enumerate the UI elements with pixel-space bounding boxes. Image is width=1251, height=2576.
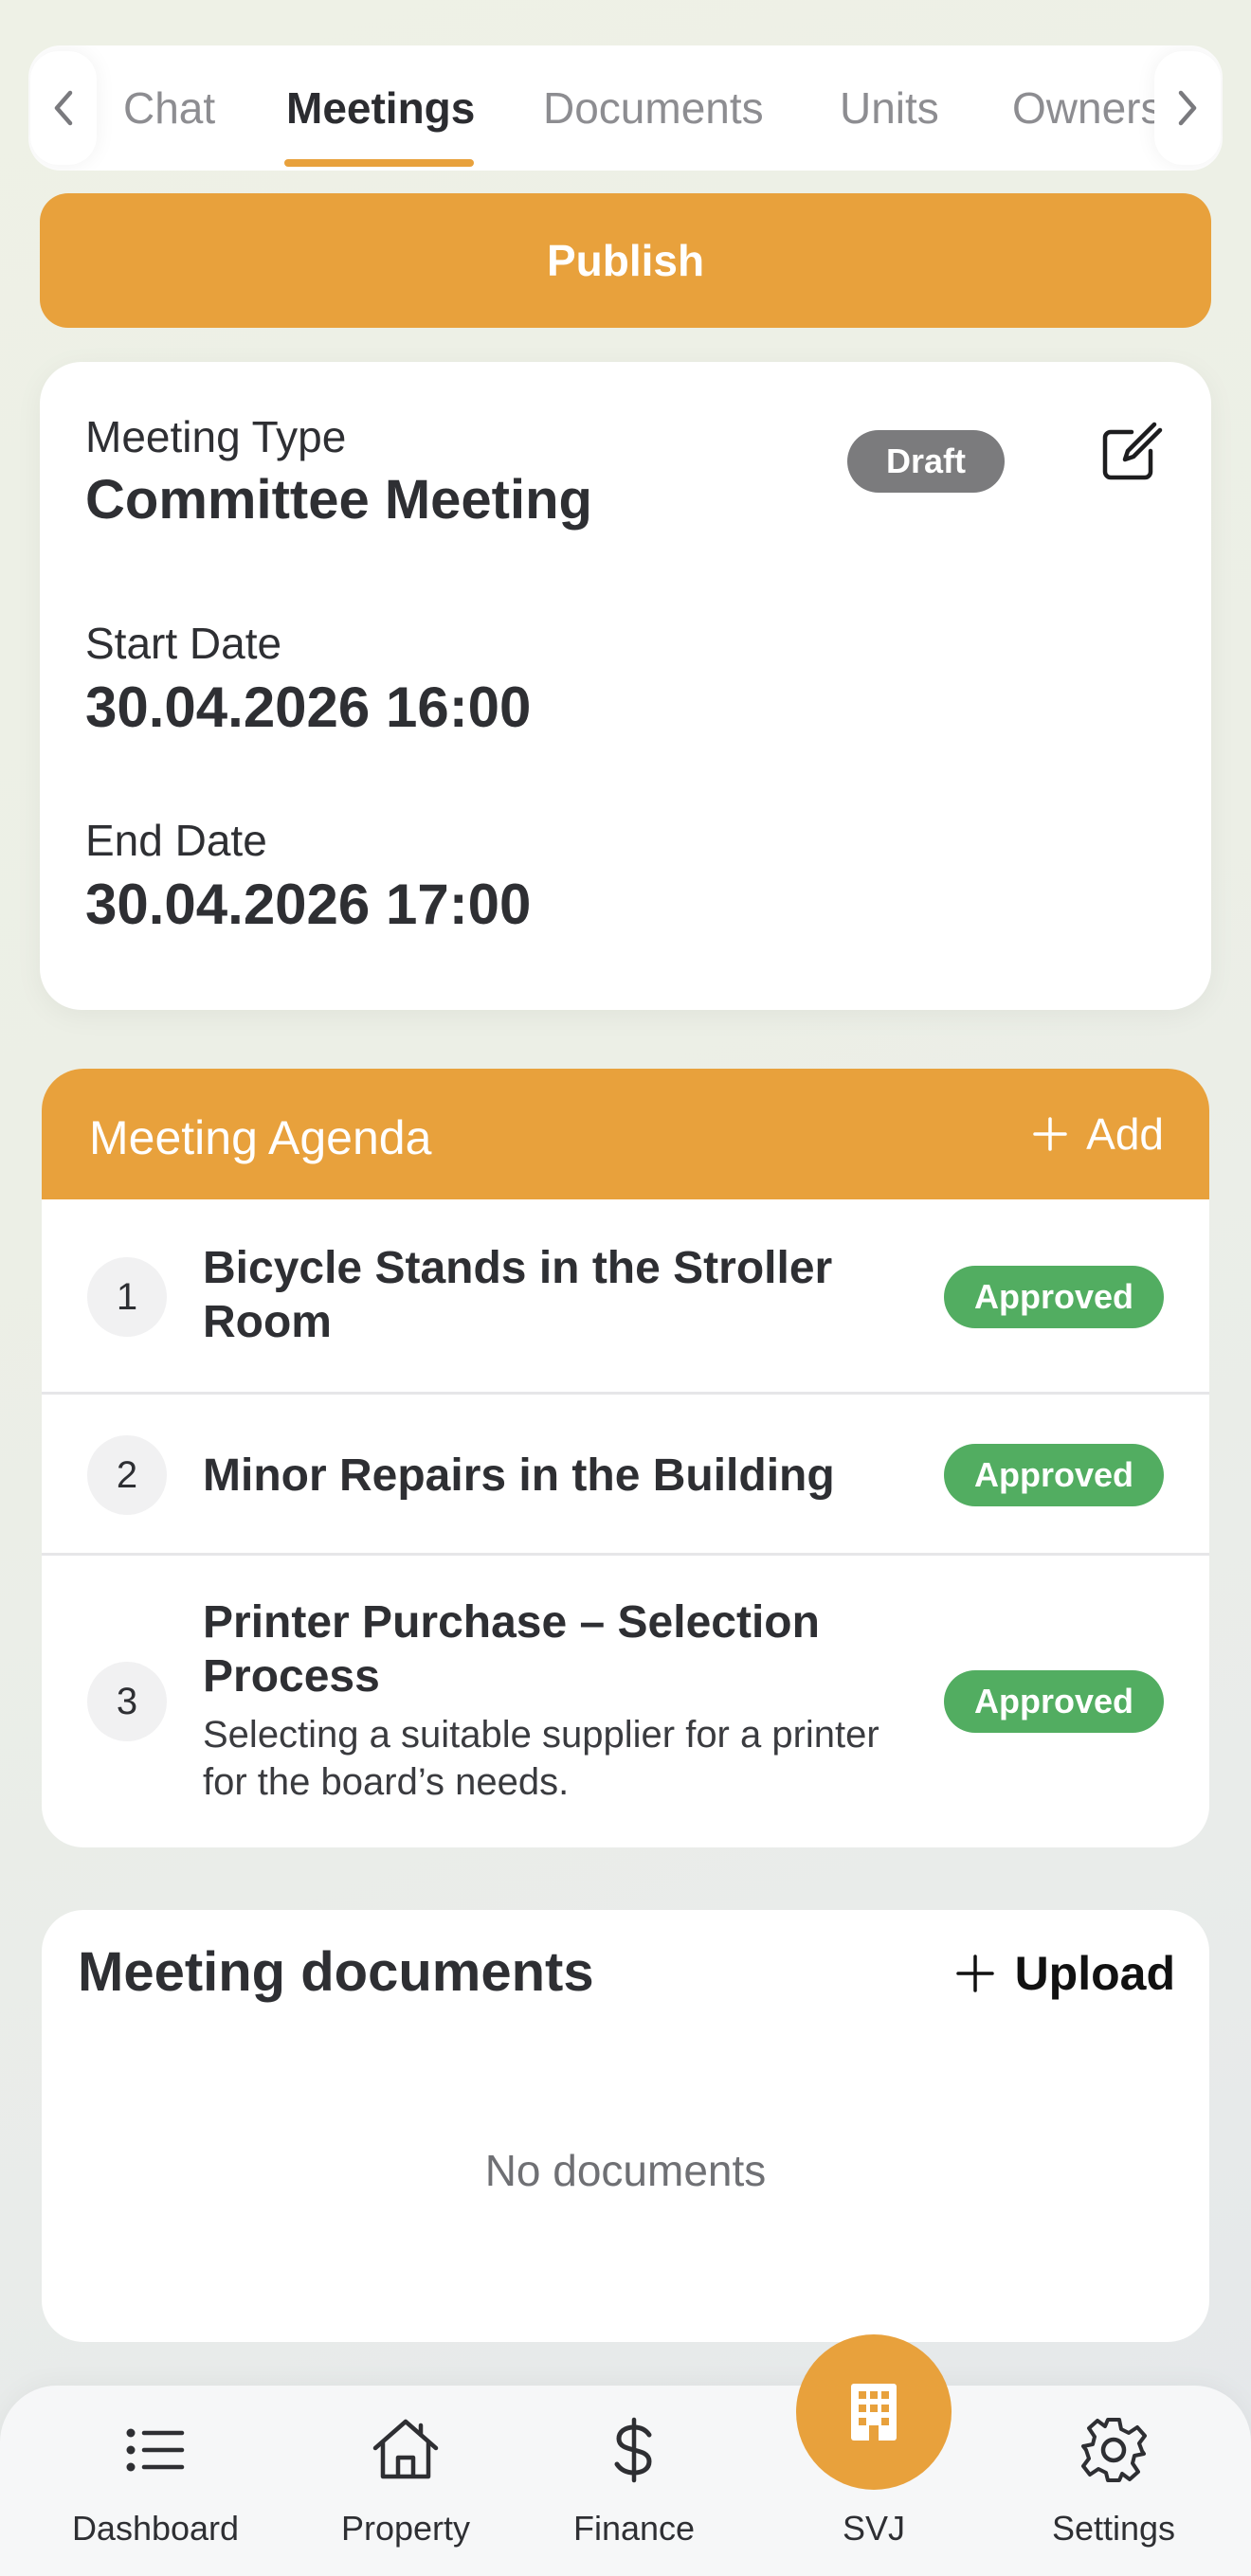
agenda-item-text: Bicycle Stands in the Stroller Room (203, 1241, 885, 1349)
scroll-left-button[interactable] (30, 51, 97, 165)
end-date-value: 30.04.2026 17:00 (85, 873, 532, 936)
gear-icon (1081, 2418, 1147, 2482)
plus-icon (1033, 1117, 1067, 1151)
start-date-value: 30.04.2026 16:00 (85, 676, 532, 739)
status-badge: Draft (847, 430, 1005, 493)
tab-owners[interactable]: Owners (1012, 83, 1162, 133)
status-badge: Approved (944, 1444, 1164, 1506)
tab-track: s Chat Meetings Documents Units Owners (28, 45, 1223, 171)
agenda-item-description: Selecting a suitable supplier for a prin… (203, 1714, 879, 1803)
active-tab-indicator (284, 159, 474, 167)
agenda-item-title: Minor Repairs in the Building (203, 1450, 835, 1501)
nav-dashboard[interactable]: Dashboard (51, 2386, 260, 2576)
svj-button[interactable] (796, 2334, 952, 2490)
chevron-left-icon (54, 90, 73, 126)
agenda-header: Meeting Agenda Add (42, 1069, 1209, 1199)
agenda-item[interactable]: 2 Minor Repairs in the Building Approved (42, 1395, 1209, 1556)
building-icon (851, 2384, 897, 2441)
nav-settings[interactable]: Settings (1009, 2386, 1218, 2576)
edit-button[interactable] (1092, 415, 1168, 491)
status-badge: Approved (944, 1670, 1164, 1733)
meeting-info-card: Meeting Type Committee Meeting Draft Sta… (40, 362, 1211, 1010)
empty-state-text: No documents (484, 2146, 767, 2195)
agenda-item[interactable]: 1 Bicycle Stands in the Stroller Room Ap… (42, 1199, 1209, 1395)
publish-button[interactable]: Publish (40, 193, 1211, 328)
tab-units[interactable]: Units (840, 83, 939, 133)
start-date-label: Start Date (85, 619, 282, 668)
agenda-item[interactable]: 3 Printer Purchase – Selection Process S… (42, 1556, 1209, 1847)
upload-label: Upload (1014, 1947, 1175, 2000)
nav-label: Property (340, 2509, 471, 2548)
agenda-item-title: Printer Purchase – Selection Process (203, 1597, 820, 1702)
status-badge: Approved (944, 1266, 1164, 1328)
meeting-type-value: Committee Meeting (85, 469, 592, 531)
chevron-right-icon (1178, 90, 1197, 126)
nav-label: Finance (572, 2509, 696, 2548)
tab-chat[interactable]: Chat (123, 83, 215, 133)
scroll-right-button[interactable] (1154, 51, 1221, 165)
meeting-type-label: Meeting Type (85, 412, 347, 461)
tab-bar: s Chat Meetings Documents Units Owners (28, 45, 1223, 171)
nav-label: Settings (1051, 2509, 1176, 2548)
nav-label: SVJ (842, 2509, 906, 2548)
agenda-item-number: 1 (87, 1257, 167, 1337)
agenda-item-text: Minor Repairs in the Building (203, 1449, 885, 1503)
house-icon (372, 2419, 439, 2479)
nav-finance[interactable]: Finance (530, 2386, 738, 2576)
nav-label: Dashboard (71, 2509, 240, 2548)
add-agenda-item-button[interactable]: Add (1031, 1107, 1164, 1162)
agenda-card: Meeting Agenda Add 1 Bicycle Stands in t… (42, 1069, 1209, 1847)
documents-title: Meeting documents (78, 1941, 594, 2003)
agenda-item-number: 2 (87, 1435, 167, 1515)
tab-documents[interactable]: Documents (543, 83, 764, 133)
agenda-item-title: Bicycle Stands in the Stroller Room (203, 1243, 833, 1347)
edit-icon (1102, 422, 1163, 480)
nav-property[interactable]: Property (301, 2386, 510, 2576)
documents-card: Meeting documents Upload No documents (42, 1910, 1209, 2342)
add-label: Add (1086, 1109, 1164, 1159)
list-icon (126, 2428, 185, 2472)
upload-button[interactable]: Upload (954, 1942, 1175, 2005)
bottom-navigation: Dashboard Property Finance SVJ Settings (0, 2386, 1251, 2576)
plus-icon (955, 1955, 994, 1992)
agenda-title: Meeting Agenda (89, 1111, 432, 1164)
agenda-item-text: Printer Purchase – Selection Process Sel… (203, 1595, 904, 1806)
end-date-label: End Date (85, 816, 267, 865)
tab-meetings[interactable]: Meetings (286, 83, 475, 133)
agenda-item-number: 3 (87, 1662, 167, 1741)
dollar-icon (614, 2417, 652, 2483)
